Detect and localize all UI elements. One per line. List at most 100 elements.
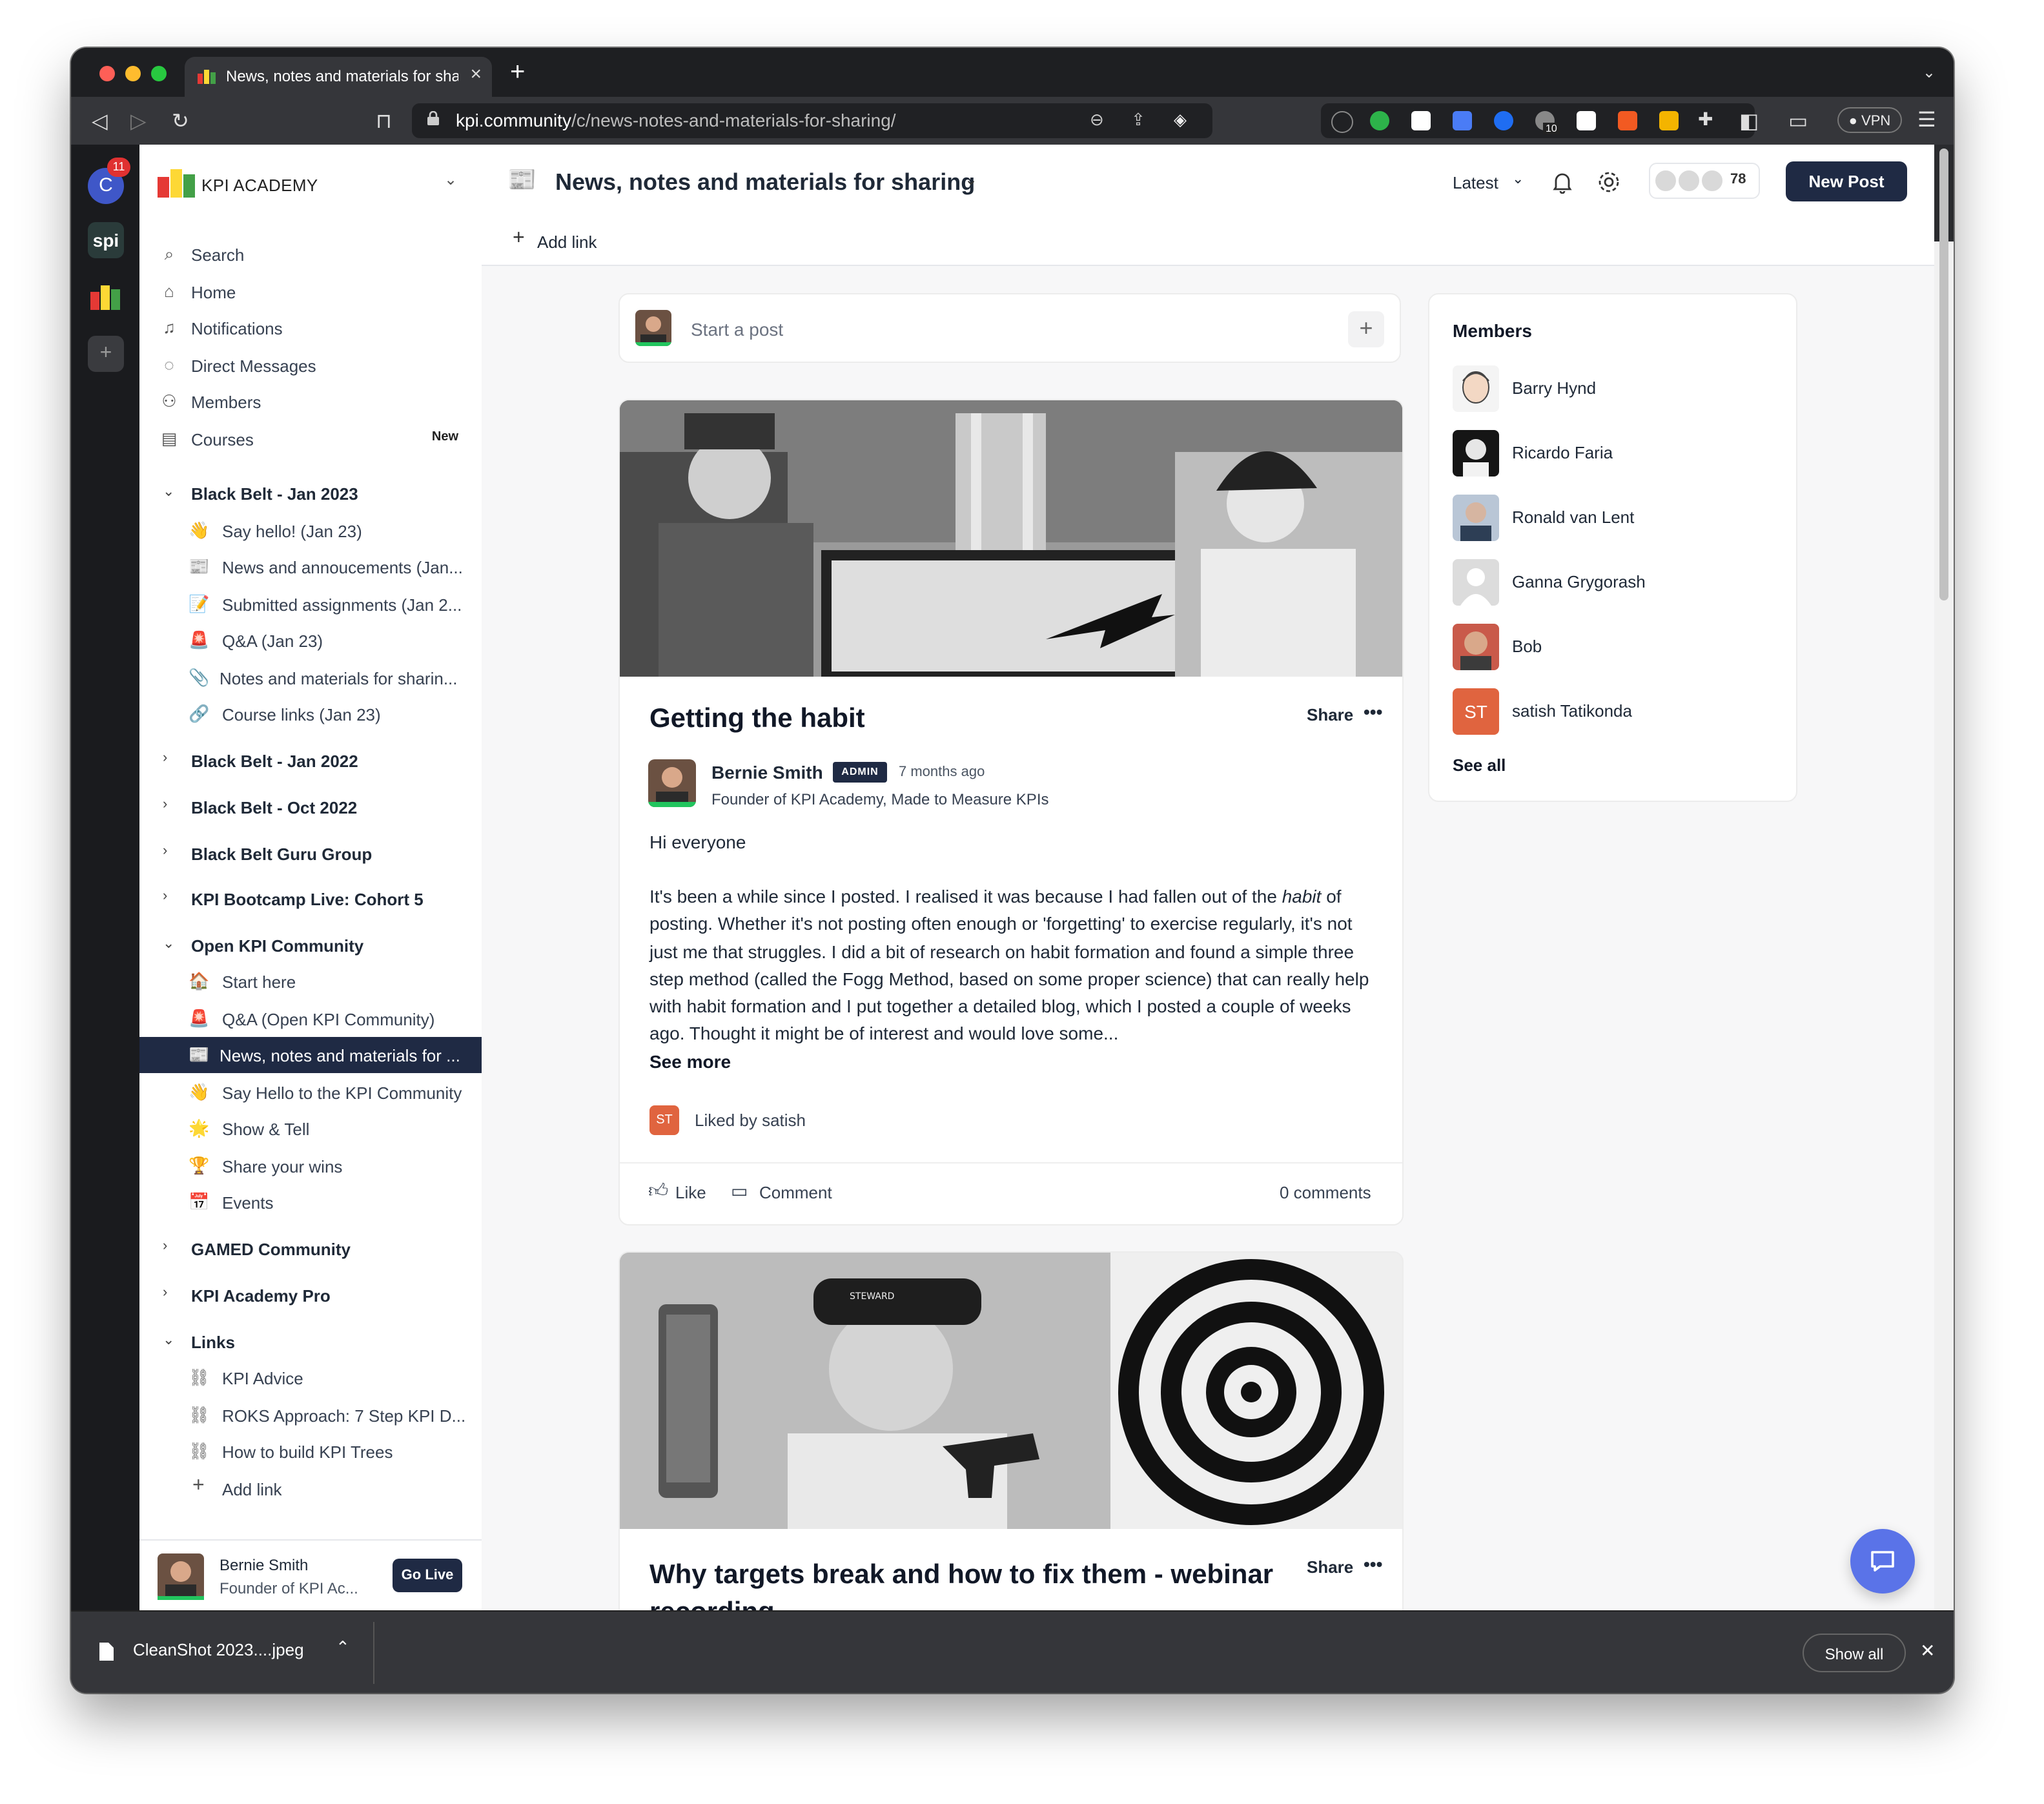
close-icon[interactable]: ✕ [1920,1640,1935,1662]
space-notes-jan23[interactable]: 📎 Notes and materials for sharin... [139,660,482,696]
member-avatars-button[interactable]: 78 [1649,163,1760,199]
instapaper-icon[interactable] [1411,111,1431,130]
address-bar[interactable]: kpi.community/c/news-notes-and-materials… [412,103,1212,138]
minimize-window-button[interactable] [125,66,141,81]
author-name[interactable]: Bernie Smith [711,762,823,783]
author-avatar[interactable] [648,759,696,807]
go-live-button[interactable]: Go Live [393,1559,462,1592]
group-links[interactable]: ⌄ Links [139,1324,482,1360]
more-options-icon[interactable]: ••• [1364,1553,1382,1574]
space-share-wins[interactable]: 🏆 Share your wins [139,1148,482,1184]
group-kpi-academy-pro[interactable]: › KPI Academy Pro [139,1277,482,1313]
zapier-icon[interactable] [1618,111,1637,130]
composer-add-button[interactable]: + [1348,311,1384,347]
comments-count[interactable]: 0 comments [1280,1183,1371,1202]
notion-icon[interactable] [1577,111,1596,130]
group-black-belt-guru[interactable]: › Black Belt Guru Group [139,835,482,872]
link-kpi-trees[interactable]: ⛓ How to build KPI Trees [139,1433,482,1470]
new-post-button[interactable]: New Post [1786,161,1907,201]
kpi-community-icon[interactable] [88,279,124,315]
nav-members[interactable]: ⚇ Members [139,384,482,420]
nav-courses[interactable]: ▤ Courses New [139,421,482,457]
new-tab-button[interactable]: + [510,58,525,88]
post-composer[interactable]: Start a post + [618,293,1401,363]
extension-5-icon[interactable] [1494,111,1513,130]
chevron-down-icon[interactable]: ⌄ [1512,170,1524,187]
space-start-here[interactable]: 🏠 Start here [139,963,482,999]
see-more-link[interactable]: See more [649,1051,731,1072]
link-roks-approach[interactable]: ⛓ ROKS Approach: 7 Step KPI D... [139,1397,482,1433]
gear-icon[interactable] [1597,170,1620,194]
sort-dropdown[interactable]: Latest [1453,173,1498,192]
bookmark-icon[interactable]: ⊓ [376,108,392,134]
member-item[interactable]: Bob [1453,624,1775,670]
space-say-hello-kpi[interactable]: 👋 Say Hello to the KPI Community [139,1074,482,1111]
add-community-icon[interactable]: + [88,336,124,372]
see-all-members-link[interactable]: See all [1453,755,1506,775]
translate-icon[interactable] [1453,111,1472,130]
like-button[interactable]: Like [675,1183,706,1202]
group-black-belt-jan-2022[interactable]: › Black Belt - Jan 2022 [139,743,482,779]
post-title[interactable]: Getting the habit [649,704,865,735]
group-open-kpi-community[interactable]: ⌄ Open KPI Community [139,927,482,963]
forward-icon[interactable]: ▷ [130,108,147,134]
member-item[interactable]: Barry Hynd [1453,365,1775,412]
chevron-down-icon[interactable]: ⌄ [444,170,457,189]
link-kpi-advice[interactable]: ⛓ KPI Advice [139,1360,482,1396]
extension-1-icon[interactable] [1331,111,1353,133]
share-button[interactable]: Share [1307,705,1353,724]
bing-icon[interactable] [1659,111,1679,130]
reload-icon[interactable]: ↻ [172,108,189,134]
brave-shield-icon[interactable]: ◈ [1174,110,1187,130]
nav-search[interactable]: ⌕ Search [139,236,482,272]
spi-community-icon[interactable]: spi [88,222,124,258]
space-news-notes-active[interactable]: 📰 News, notes and materials for ... [139,1037,482,1073]
tab-search-icon[interactable]: ⌄ [1923,63,1936,81]
space-title[interactable]: News, notes and materials for sharing [555,169,975,196]
share-page-icon[interactable]: ⇪ [1131,110,1145,130]
add-link-button[interactable]: + Add link [139,1471,482,1507]
browser-tab[interactable]: News, notes and materials for sharing × [185,57,492,97]
member-item[interactable]: ST satish Tatikonda [1453,688,1775,735]
space-qa-jan23[interactable]: 🚨 Q&A (Jan 23) [139,622,482,659]
share-button[interactable]: Share [1307,1557,1353,1577]
nav-home[interactable]: ⌂ Home [139,274,482,310]
more-options-icon[interactable]: ••• [1364,701,1382,722]
member-item[interactable]: Ronald van Lent [1453,495,1775,541]
download-file-name[interactable]: CleanShot 2023....jpeg [133,1640,304,1659]
member-item[interactable]: Ganna Grygorash [1453,559,1775,606]
wallet-icon[interactable]: ▭ [1788,108,1808,134]
bell-icon[interactable] [1551,170,1574,194]
space-qa-open-kpi[interactable]: 🚨 Q&A (Open KPI Community) [139,1001,482,1037]
nav-notifications[interactable]: ♫ Notifications [139,310,482,346]
show-all-button[interactable]: Show all [1803,1634,1906,1672]
scrollbar-thumb[interactable] [1939,149,1948,600]
add-link-button[interactable]: Add link [537,232,597,252]
post-timestamp[interactable]: 7 months ago [899,764,985,780]
space-course-links-jan23[interactable]: 🔗 Course links (Jan 23) [139,696,482,732]
tab-close-icon[interactable]: × [470,63,482,85]
close-window-button[interactable] [99,66,115,81]
sidebar-toggle-icon[interactable]: ◧ [1739,108,1759,134]
group-gamed-community[interactable]: › GAMED Community [139,1231,482,1267]
puzzle-icon[interactable]: ✚ [1698,108,1717,129]
space-submitted-jan23[interactable]: 📝 Submitted assignments (Jan 2... [139,586,482,622]
space-news-jan23[interactable]: 📰 News and annoucements (Jan... [139,549,482,585]
group-black-belt-oct-2022[interactable]: › Black Belt - Oct 2022 [139,789,482,825]
chat-launcher-button[interactable] [1850,1529,1915,1594]
chevron-up-icon[interactable]: ⌃ [336,1637,350,1658]
zoom-window-button[interactable] [151,66,167,81]
comment-button[interactable]: Comment [759,1183,832,1202]
group-bootcamp[interactable]: › KPI Bootcamp Live: Cohort 5 [139,881,482,917]
zoom-icon[interactable]: ⊖ [1090,110,1104,130]
group-black-belt-jan-2023[interactable]: ⌄ Black Belt - Jan 2023 [139,475,482,511]
space-events[interactable]: 📅 Events [139,1184,482,1220]
space-show-tell[interactable]: 🌟 Show & Tell [139,1111,482,1147]
browser-menu-icon[interactable]: ☰ [1917,107,1936,133]
user-avatar[interactable] [158,1553,204,1600]
back-icon[interactable]: ◁ [92,108,108,134]
post-cover-image[interactable] [620,400,1402,677]
space-say-hello-jan23[interactable]: 👋 Say hello! (Jan 23) [139,513,482,549]
chevron-down-icon[interactable]: ⌄ [965,170,977,189]
member-item[interactable]: Ricardo Faria [1453,430,1775,477]
